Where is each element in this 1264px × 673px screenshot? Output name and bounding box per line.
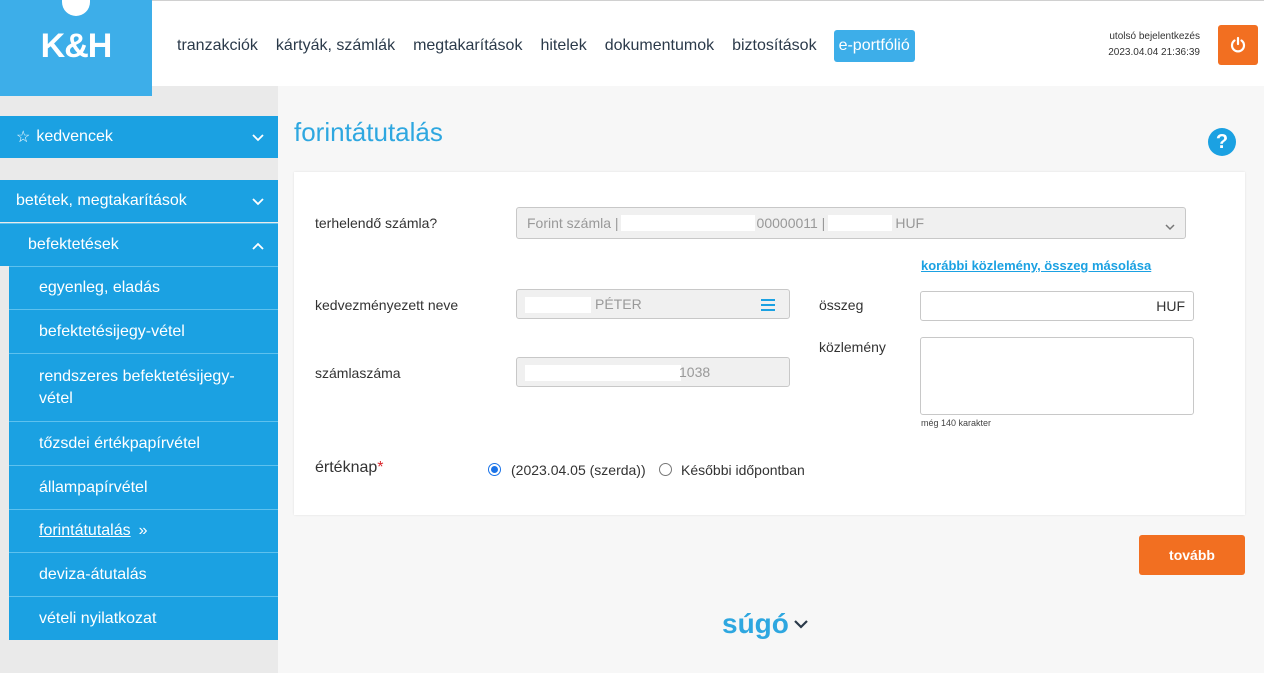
sidebar: ☆ kedvencek betétek, megtakarítások befe…	[0, 86, 278, 673]
page-title: forintátutalás	[294, 117, 443, 147]
sidebar-subitem-foreign-transfer[interactable]: deviza-átutalás	[9, 552, 278, 596]
chevron-down-icon	[1165, 218, 1175, 234]
sidebar-subitem-government-bond[interactable]: állampapírvétel	[9, 465, 278, 509]
date-option-1-radio[interactable]	[488, 463, 501, 476]
logo-text: K&H	[40, 27, 113, 65]
sidebar-subitem-label: deviza-átutalás	[39, 565, 147, 583]
note-char-hint: még 140 karakter	[921, 418, 992, 428]
account-label: terhelendő számla?	[315, 215, 438, 231]
redacted-block	[525, 365, 681, 381]
beneficiary-label: kedvezményezett neve	[315, 297, 459, 313]
logout-button[interactable]	[1218, 25, 1258, 65]
help-icon[interactable]: ?	[1208, 128, 1236, 156]
help-section-toggle[interactable]: súgó	[722, 608, 789, 640]
account-select[interactable]: Forint számla | 00000011 | HUF	[516, 207, 1186, 239]
note-label: közlemény	[819, 339, 886, 355]
sidebar-item-investments[interactable]: befektetések	[0, 223, 278, 266]
nav-item-kartyak[interactable]: kártyák, számlák	[267, 37, 404, 55]
redacted-block	[525, 297, 591, 313]
nav-item-hitelek[interactable]: hitelek	[531, 37, 595, 55]
sidebar-subitem-purchase-declaration[interactable]: vételi nyilatkozat	[9, 596, 278, 640]
account-select-prefix: Forint számla |	[527, 215, 619, 231]
date-label-text: értéknap	[315, 459, 378, 476]
sidebar-subitem-label: befektetésijegy-vétel	[39, 322, 185, 340]
required-marker: *	[377, 459, 384, 476]
nav-item-biztositasok[interactable]: biztosítások	[723, 37, 825, 55]
chevron-down-icon	[252, 129, 264, 145]
nav-item-e-portfolio[interactable]: e-portfólió	[833, 30, 915, 62]
kh-logo[interactable]: K&H	[0, 0, 152, 96]
sidebar-subitem-fund-purchase[interactable]: befektetésijegy-vétel	[9, 309, 278, 353]
next-button[interactable]: tovább	[1139, 535, 1245, 575]
account-number-field[interactable]: 1038	[516, 357, 790, 387]
chevron-down-icon[interactable]	[793, 612, 809, 635]
sidebar-subitem-stock-purchase[interactable]: tőzsdei értékpapírvétel	[9, 421, 278, 465]
redacted-block	[828, 215, 893, 231]
amount-field[interactable]: HUF	[920, 291, 1194, 321]
header: tranzakciók kártyák, számlák megtakarítá…	[0, 0, 1264, 86]
nav-item-dokumentumok[interactable]: dokumentumok	[596, 37, 723, 55]
list-icon[interactable]	[761, 298, 775, 314]
date-option-2-label[interactable]: Későbbi időpontban	[681, 462, 805, 478]
sidebar-subitem-recurring-fund-purchase[interactable]: rendszeres befektetésijegy-vétel	[9, 353, 278, 421]
amount-currency: HUF	[1156, 298, 1185, 314]
account-select-currency: HUF	[895, 215, 925, 231]
sidebar-subitem-label: egyenleg, eladás	[39, 279, 160, 296]
sidebar-item-favorites[interactable]: ☆ kedvencek	[0, 116, 278, 158]
account-select-mid: 00000011 |	[756, 215, 826, 231]
sidebar-item-label: betétek, megtakarítások	[16, 192, 187, 209]
chevron-down-icon	[252, 193, 264, 209]
nav-item-megtakaritasok[interactable]: megtakarítások	[404, 37, 531, 55]
account-number-value: 1038	[679, 364, 711, 380]
amount-label: összeg	[819, 297, 864, 313]
logo-head-shape	[62, 0, 90, 16]
last-login: utolsó bejelentkezés 2023.04.04 21:36:39	[1108, 29, 1200, 61]
sidebar-item-label: befektetések	[28, 236, 119, 253]
sidebar-subitem-label: állampapírvétel	[39, 478, 148, 496]
sidebar-subitem-forint-transfer[interactable]: forintátutalás »	[9, 509, 278, 552]
power-icon	[1230, 36, 1246, 53]
sidebar-subitem-label: tőzsdei értékpapírvétel	[39, 434, 200, 452]
sidebar-subitem-label: rendszeres befektetésijegy-vétel	[39, 367, 235, 407]
star-icon: ☆	[16, 129, 31, 146]
note-textarea[interactable]	[920, 337, 1194, 415]
sidebar-subitem-balance[interactable]: egyenleg, eladás	[9, 266, 278, 309]
main-content: forintátutalás ? terhelendő számla? Fori…	[278, 86, 1264, 673]
date-option-2-radio[interactable]	[659, 463, 672, 476]
double-chevron-right-icon: »	[138, 522, 148, 539]
last-login-value: 2023.04.04 21:36:39	[1108, 47, 1200, 58]
transfer-form: terhelendő számla? Forint számla | 00000…	[294, 172, 1245, 515]
nav-item-tranzakciok[interactable]: tranzakciók	[168, 37, 267, 55]
copy-previous-link[interactable]: korábbi közlemény, összeg másolása	[921, 258, 1151, 273]
redacted-block	[620, 215, 755, 231]
sidebar-subitem-label: forintátutalás	[39, 522, 131, 539]
beneficiary-field[interactable]: PÉTER	[516, 289, 790, 319]
main-nav: tranzakciók kártyák, számlák megtakarítá…	[168, 30, 915, 62]
account-number-label: számlaszáma	[315, 365, 401, 381]
sidebar-item-label: kedvencek	[36, 128, 113, 145]
date-option-1-label[interactable]: (2023.04.05 (szerda))	[511, 462, 646, 478]
sidebar-subitem-label: vételi nyilatkozat	[39, 609, 157, 627]
chevron-up-icon	[252, 237, 264, 253]
last-login-label: utolsó bejelentkezés	[1109, 31, 1200, 42]
date-label: értéknap*	[315, 459, 384, 477]
beneficiary-value: PÉTER	[595, 296, 642, 312]
sidebar-item-savings[interactable]: betétek, megtakarítások	[0, 180, 278, 222]
